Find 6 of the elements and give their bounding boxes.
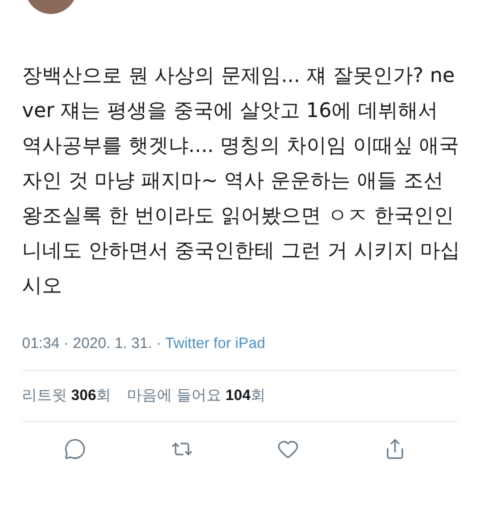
- engagement-count[interactable]: 마음에 들어요 104회: [127, 384, 266, 407]
- engagement-count[interactable]: 리트윗 306회: [22, 384, 112, 407]
- tweet-timestamp: 01:34 · 2020. 1. 31. ·: [22, 335, 162, 352]
- heart-icon[interactable]: [277, 438, 300, 460]
- tweet-text: 장백산으로 뭔 사상의 문제임... 쟤 잘못인가? never 쟤는 평생을 중국에 살앗고 16에 데뷔해서 역사공부를 햇겟냐.... 명칭의 차이임 이때싶 애국자인 것 마냥 패지마~ 역사 운운하는 애들 조선왕조실록 한 번이라도 읽어봤으면 ㅇㅈ 한국인인 니네도 안하면서 중국인한테 그런 거 시키지 마십시오: [22, 62, 462, 299]
- reply-icon[interactable]: [64, 438, 86, 460]
